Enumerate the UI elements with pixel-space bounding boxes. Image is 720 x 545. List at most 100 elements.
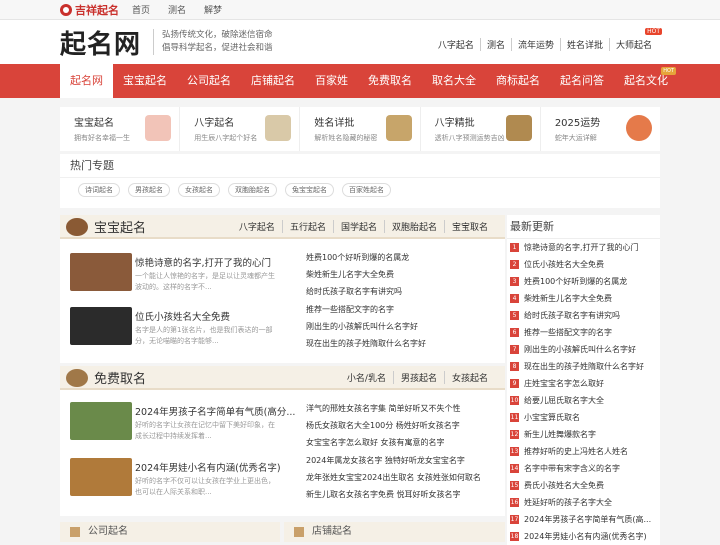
list-item[interactable]: 姓费100个好听到爆的名属龙 <box>306 249 506 266</box>
latest-title: 最新更新 <box>507 215 660 239</box>
article-card[interactable]: 2024年男娃小名有内涵(优秀名字) 好听的名字不仅可以让女孩在学业上更出色，也… <box>70 458 300 500</box>
latest-item[interactable]: 10 给要儿屈氏取名字大全 <box>507 392 660 409</box>
latest-item[interactable]: 14 名字中带有宋字含义的名字 <box>507 460 660 477</box>
latest-item[interactable]: 4 柴姓新生儿名字大全免费 <box>507 290 660 307</box>
tab-twins[interactable]: 双胞胎起名 <box>383 220 444 233</box>
latest-item-title[interactable]: 刚出生的小孩解氏叫什么名字好 <box>524 344 636 355</box>
header-nav-test[interactable]: 测名 <box>479 38 511 51</box>
nav-free[interactable]: 免费取名 <box>358 64 422 98</box>
article-card[interactable]: 2024年男孩子名字简单有气质(高分... 好听的名字让女孩在记忆中留下美好印象… <box>70 402 300 444</box>
latest-item[interactable]: 16 姓延好听的孩子名字大全 <box>507 494 660 511</box>
topic-tag[interactable]: 百家姓起名 <box>342 183 391 197</box>
latest-item[interactable]: 15 费氏小孩姓名大全免费 <box>507 477 660 494</box>
latest-item[interactable]: 6 推荐一些搭配文字的名字 <box>507 324 660 341</box>
service-bazi-pro[interactable]: 八字精批 透析八字预测运势吉凶 <box>421 107 541 151</box>
top-link-test[interactable]: 测名 <box>168 3 186 16</box>
latest-item-title[interactable]: 惊艳诗意的名字,打开了我的心门 <box>524 242 639 253</box>
latest-item[interactable]: 1 惊艳诗意的名字,打开了我的心门 <box>507 239 660 256</box>
section-title: 免费取名 <box>94 371 147 387</box>
tab-baby[interactable]: 宝宝取名 <box>443 220 495 233</box>
topic-tag[interactable]: 兔宝宝起名 <box>285 183 334 197</box>
list-item[interactable]: 柴姓新生儿名字大全免费 <box>306 266 506 283</box>
latest-item[interactable]: 7 刚出生的小孩解氏叫什么名字好 <box>507 341 660 358</box>
latest-item-title[interactable]: 名字中带有宋字含义的名字 <box>524 463 620 474</box>
top-link-home[interactable]: 首页 <box>132 3 150 16</box>
article-title[interactable]: 惊艳诗意的名字,打开了我的心门 <box>135 255 300 269</box>
latest-item-title[interactable]: 位氏小孩姓名大全免费 <box>524 259 604 270</box>
nav-home[interactable]: 起名网 <box>60 64 113 98</box>
header-nav-detail[interactable]: 姓名详批 <box>559 38 609 51</box>
latest-item-title[interactable]: 2024年男娃小名有内涵(优秀名字) <box>524 531 647 542</box>
nav-qa[interactable]: 起名问答 <box>550 64 614 98</box>
list-item[interactable]: 现在出生的孩子姓隋取什么名字好 <box>306 335 506 352</box>
list-item[interactable]: 推荐一些搭配文字的名字 <box>306 301 506 318</box>
nav-all[interactable]: 取名大全 <box>422 64 486 98</box>
latest-item[interactable]: 8 现在出生的孩子姓隋取什么名字好 <box>507 358 660 375</box>
brand-logo[interactable]: 吉祥起名 <box>60 2 132 18</box>
latest-item-title[interactable]: 小宝宝算氏取名 <box>524 412 580 423</box>
site-logo[interactable]: 起名网 <box>60 24 141 61</box>
service-baby[interactable]: 宝宝起名 拥有好名幸福一生 <box>60 107 181 151</box>
nav-culture[interactable]: 起名文化 HOT <box>614 64 678 98</box>
top-link-dream[interactable]: 解梦 <box>204 3 222 16</box>
latest-item[interactable]: 2 位氏小孩姓名大全免费 <box>507 256 660 273</box>
article-desc: 名字是人的第1张名片，也是我们表达的一部分，无论喵瞄的名字能够... <box>135 326 273 345</box>
latest-item-title[interactable]: 庄姓宝宝名字怎么取好 <box>524 378 604 389</box>
latest-item-title[interactable]: 推荐好听的史上冯姓名人姓名 <box>524 446 628 457</box>
latest-item-title[interactable]: 给时氏孩子取名字有讲究吗 <box>524 310 620 321</box>
service-2025[interactable]: 2025运势 蛇年大运详解 <box>541 107 660 151</box>
header-nav-fortune[interactable]: 流年运势 <box>510 38 560 51</box>
list-item[interactable]: 给时氏孩子取名字有讲究吗 <box>306 283 506 300</box>
list-item[interactable]: 2024年属龙女孩名字 独特好听龙女宝宝名字 <box>306 452 506 469</box>
article-title[interactable]: 位氏小孩姓名大全免费 <box>135 309 300 323</box>
latest-item[interactable]: 17 2024年男孩子名字简单有气质(高... <box>507 511 660 528</box>
topic-tag[interactable]: 诗词起名 <box>78 183 120 197</box>
list-item[interactable]: 女宝宝名字怎么取好 女孩有寓意的名字 <box>306 434 506 451</box>
header-nav-master[interactable]: 大师起名 HOT <box>608 28 662 51</box>
latest-item-title[interactable]: 柴姓新生儿名字大全免费 <box>524 293 612 304</box>
nav-baby[interactable]: 宝宝起名 <box>113 64 177 98</box>
nav-company[interactable]: 公司起名 <box>177 64 241 98</box>
list-item[interactable]: 洋气的邢姓女孩名字集 简单好听又不失个性 <box>306 400 506 417</box>
latest-item[interactable]: 11 小宝宝算氏取名 <box>507 409 660 426</box>
latest-item-title[interactable]: 新生儿姓舞爆款名字 <box>524 429 596 440</box>
article-title[interactable]: 2024年男孩子名字简单有气质(高分... <box>135 404 300 418</box>
company-section: 公司起名 <box>60 522 280 542</box>
tab-girl[interactable]: 女孩起名 <box>443 371 495 384</box>
hot-topics-title: 热门专题 <box>60 154 660 178</box>
article-card[interactable]: 惊艳诗意的名字,打开了我的心门 一个能让人惊艳的名字，是足以让灵魂都产生波动的。… <box>70 253 300 295</box>
topic-tag[interactable]: 女孩起名 <box>178 183 220 197</box>
latest-item[interactable]: 5 给时氏孩子取名字有讲究吗 <box>507 307 660 324</box>
topic-tag[interactable]: 双胞胎起名 <box>228 183 277 197</box>
tab-wuxing[interactable]: 五行起名 <box>281 220 333 233</box>
nav-shop[interactable]: 店铺起名 <box>241 64 305 98</box>
latest-item-title[interactable]: 现在出生的孩子姓隋取什么名字好 <box>524 361 644 372</box>
tab-nickname[interactable]: 小名/乳名 <box>340 371 393 384</box>
latest-item[interactable]: 12 新生儿姓舞爆款名字 <box>507 426 660 443</box>
list-item[interactable]: 新生儿取名女孩名字免费 悦耳好听女孩名字 <box>306 486 506 503</box>
service-bazi[interactable]: 八字起名 用生辰八字起个好名 <box>180 107 301 151</box>
service-detail[interactable]: 姓名详批 解析姓名隐藏的秘密 <box>300 107 421 151</box>
latest-item-title[interactable]: 给要儿屈氏取名字大全 <box>524 395 604 406</box>
latest-item[interactable]: 9 庄姓宝宝名字怎么取好 <box>507 375 660 392</box>
article-title[interactable]: 2024年男娃小名有内涵(优秀名字) <box>135 460 300 474</box>
nav-surnames[interactable]: 百家姓 <box>305 64 358 98</box>
latest-item[interactable]: 3 姓费100个好听到爆的名属龙 <box>507 273 660 290</box>
latest-item-title[interactable]: 2024年男孩子名字简单有气质(高... <box>524 514 651 525</box>
list-item[interactable]: 龙年张姓女宝宝2024出生取名 女孩姓张如何取名 <box>306 469 506 486</box>
latest-item[interactable]: 18 2024年男娃小名有内涵(优秀名字) <box>507 528 660 545</box>
latest-item-title[interactable]: 姓费100个好听到爆的名属龙 <box>524 276 627 287</box>
latest-item[interactable]: 13 推荐好听的史上冯姓名人姓名 <box>507 443 660 460</box>
topic-tag[interactable]: 男孩起名 <box>128 183 170 197</box>
nav-trademark[interactable]: 商标起名 <box>486 64 550 98</box>
list-item[interactable]: 刚出生的小孩解氏叫什么名字好 <box>306 318 506 335</box>
article-card[interactable]: 位氏小孩姓名大全免费 名字是人的第1张名片，也是我们表达的一部分，无论喵瞄的名字… <box>70 307 300 349</box>
latest-item-title[interactable]: 推荐一些搭配文字的名字 <box>524 327 612 338</box>
latest-item-title[interactable]: 姓延好听的孩子名字大全 <box>524 497 612 508</box>
tab-bazi[interactable]: 八字起名 <box>232 220 282 233</box>
list-item[interactable]: 杨氏女孩取名大全100分 杨姓好听女孩名字 <box>306 417 506 434</box>
header-nav-bazi[interactable]: 八字起名 <box>432 38 480 51</box>
tab-guoxue[interactable]: 国学起名 <box>332 220 384 233</box>
tab-boy[interactable]: 男孩起名 <box>392 371 444 384</box>
latest-item-title[interactable]: 费氏小孩姓名大全免费 <box>524 480 604 491</box>
